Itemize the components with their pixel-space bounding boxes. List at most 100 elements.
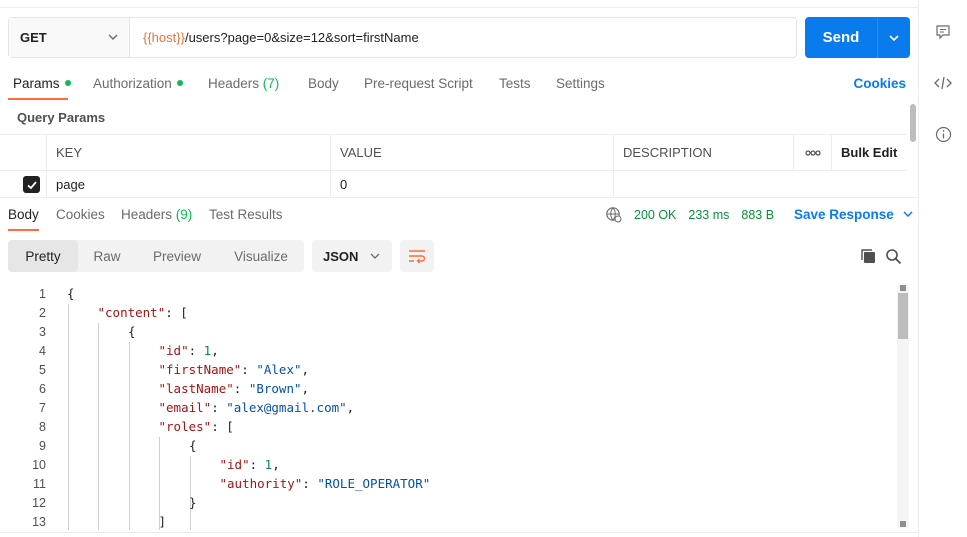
more-options-button[interactable] bbox=[793, 135, 832, 170]
chevron-down-icon bbox=[889, 34, 899, 41]
code-token: : bbox=[302, 476, 318, 491]
send-button-group: Send bbox=[805, 17, 910, 58]
chevron-down-icon bbox=[370, 253, 380, 259]
code-text: "firstName": "Alex", bbox=[159, 362, 310, 377]
response-scrollbar[interactable] bbox=[897, 285, 909, 528]
right-sidebar bbox=[918, 0, 967, 537]
code-token: , bbox=[301, 362, 310, 377]
code-token: : bbox=[241, 362, 257, 377]
code-line: 4 "id": 1, bbox=[0, 342, 895, 361]
response-body-editor[interactable]: 1{2 "content": [3{4 "id": 1, 5 "firstName": … bbox=[0, 284, 895, 530]
code-token: "email" bbox=[158, 400, 212, 415]
tab-label: Headers bbox=[208, 76, 260, 91]
param-description[interactable] bbox=[613, 171, 907, 198]
code-text: ] bbox=[159, 514, 167, 529]
code-icon[interactable] bbox=[933, 73, 953, 93]
code-line: 9{ bbox=[0, 437, 895, 456]
row-checkbox[interactable] bbox=[0, 171, 47, 198]
tab-settings[interactable]: Settings bbox=[556, 76, 605, 91]
save-response-label: Save Response bbox=[794, 207, 894, 222]
column-description: DESCRIPTION bbox=[613, 135, 794, 170]
tab-label: Authorization bbox=[93, 76, 172, 91]
scroll-thumb[interactable] bbox=[898, 293, 908, 339]
line-number: 13 bbox=[32, 515, 46, 529]
scroll-up-arrow[interactable] bbox=[900, 285, 906, 291]
format-label: JSON bbox=[323, 248, 359, 264]
param-key[interactable]: page bbox=[46, 171, 331, 198]
url-input[interactable]: {{host}}/users?page=0&size=12&sort=first… bbox=[130, 18, 796, 57]
tab-label: Headers bbox=[121, 207, 173, 222]
scroll-down-arrow[interactable] bbox=[900, 521, 906, 527]
divider bbox=[0, 532, 918, 533]
response-size[interactable]: 883 B bbox=[741, 208, 774, 222]
tab-response-body[interactable]: Body bbox=[8, 207, 39, 222]
column-key: KEY bbox=[46, 135, 331, 170]
method-select[interactable]: GET bbox=[9, 18, 130, 57]
code-line: 3{ bbox=[0, 323, 895, 342]
view-mode-switcher: Pretty Raw Preview Visualize bbox=[8, 240, 304, 272]
code-token: : bbox=[233, 381, 249, 396]
tab-params[interactable]: Params bbox=[13, 76, 71, 91]
request-panel: GET {{host}}/users?page=0&size=12&sort=f… bbox=[0, 0, 918, 537]
code-text: { bbox=[67, 286, 75, 301]
send-options-button[interactable] bbox=[878, 17, 910, 58]
bulk-edit-button[interactable]: Bulk Edit bbox=[831, 135, 907, 170]
params-scrollbar[interactable] bbox=[910, 104, 916, 142]
tab-response-headers[interactable]: Headers (9) bbox=[121, 207, 192, 222]
tab-response-cookies[interactable]: Cookies bbox=[56, 207, 105, 222]
code-text: "id": 1, bbox=[220, 457, 280, 472]
tab-label: Params bbox=[13, 76, 60, 91]
code-token: { bbox=[189, 438, 197, 453]
comments-icon[interactable] bbox=[933, 22, 953, 42]
view-pretty-button[interactable]: Pretty bbox=[8, 240, 78, 272]
line-number: 9 bbox=[39, 439, 46, 453]
code-token: : bbox=[249, 457, 265, 472]
code-token: : bbox=[188, 343, 204, 358]
line-number: 11 bbox=[33, 477, 46, 491]
view-preview-button[interactable]: Preview bbox=[136, 240, 218, 272]
globe-icon[interactable] bbox=[605, 206, 622, 223]
chevron-down-icon bbox=[903, 211, 913, 218]
code-text: "content": [ bbox=[98, 305, 188, 320]
send-button[interactable]: Send bbox=[805, 17, 877, 58]
request-url-bar: GET {{host}}/users?page=0&size=12&sort=f… bbox=[8, 17, 797, 58]
code-token: "firstName" bbox=[158, 362, 242, 377]
param-value[interactable]: 0 bbox=[330, 171, 614, 198]
check-icon bbox=[26, 180, 37, 189]
more-horizontal-icon bbox=[805, 149, 821, 156]
format-select[interactable]: JSON bbox=[312, 240, 392, 272]
code-token: "authority" bbox=[219, 476, 303, 491]
code-token: , bbox=[211, 343, 219, 358]
response-time[interactable]: 233 ms bbox=[688, 208, 729, 222]
tab-pre-request-script[interactable]: Pre-request Script bbox=[364, 76, 473, 91]
line-number: 10 bbox=[32, 458, 46, 472]
view-raw-button[interactable]: Raw bbox=[78, 240, 136, 272]
status-code[interactable]: 200 OK bbox=[634, 208, 676, 222]
info-icon[interactable] bbox=[933, 124, 953, 144]
copy-icon[interactable] bbox=[860, 248, 877, 265]
code-line: 1{ bbox=[0, 285, 895, 304]
code-token: "roles" bbox=[158, 419, 212, 434]
status-dot bbox=[176, 80, 183, 86]
code-text: "lastName": "Brown", bbox=[159, 381, 310, 396]
cookies-link[interactable]: Cookies bbox=[853, 76, 906, 91]
table-row: page 0 bbox=[0, 170, 907, 198]
tab-body[interactable]: Body bbox=[308, 76, 339, 91]
code-token: } bbox=[189, 495, 197, 510]
save-response-button[interactable]: Save Response bbox=[794, 207, 914, 222]
code-line: 13] bbox=[0, 513, 895, 530]
tab-tests[interactable]: Tests bbox=[499, 76, 531, 91]
tab-test-results[interactable]: Test Results bbox=[209, 207, 283, 222]
headers-count: (7) bbox=[262, 76, 280, 91]
code-token: { bbox=[67, 286, 75, 301]
code-token: "id" bbox=[219, 457, 250, 472]
view-visualize-button[interactable]: Visualize bbox=[218, 240, 304, 272]
line-number: 3 bbox=[39, 325, 46, 339]
line-number: 4 bbox=[39, 344, 46, 358]
search-icon[interactable] bbox=[885, 248, 902, 265]
tab-authorization[interactable]: Authorization bbox=[93, 76, 183, 91]
code-token: : [ bbox=[211, 419, 234, 434]
wrap-lines-button[interactable] bbox=[400, 240, 434, 272]
tab-headers[interactable]: Headers (7) bbox=[208, 76, 279, 91]
status-dot bbox=[64, 80, 71, 86]
